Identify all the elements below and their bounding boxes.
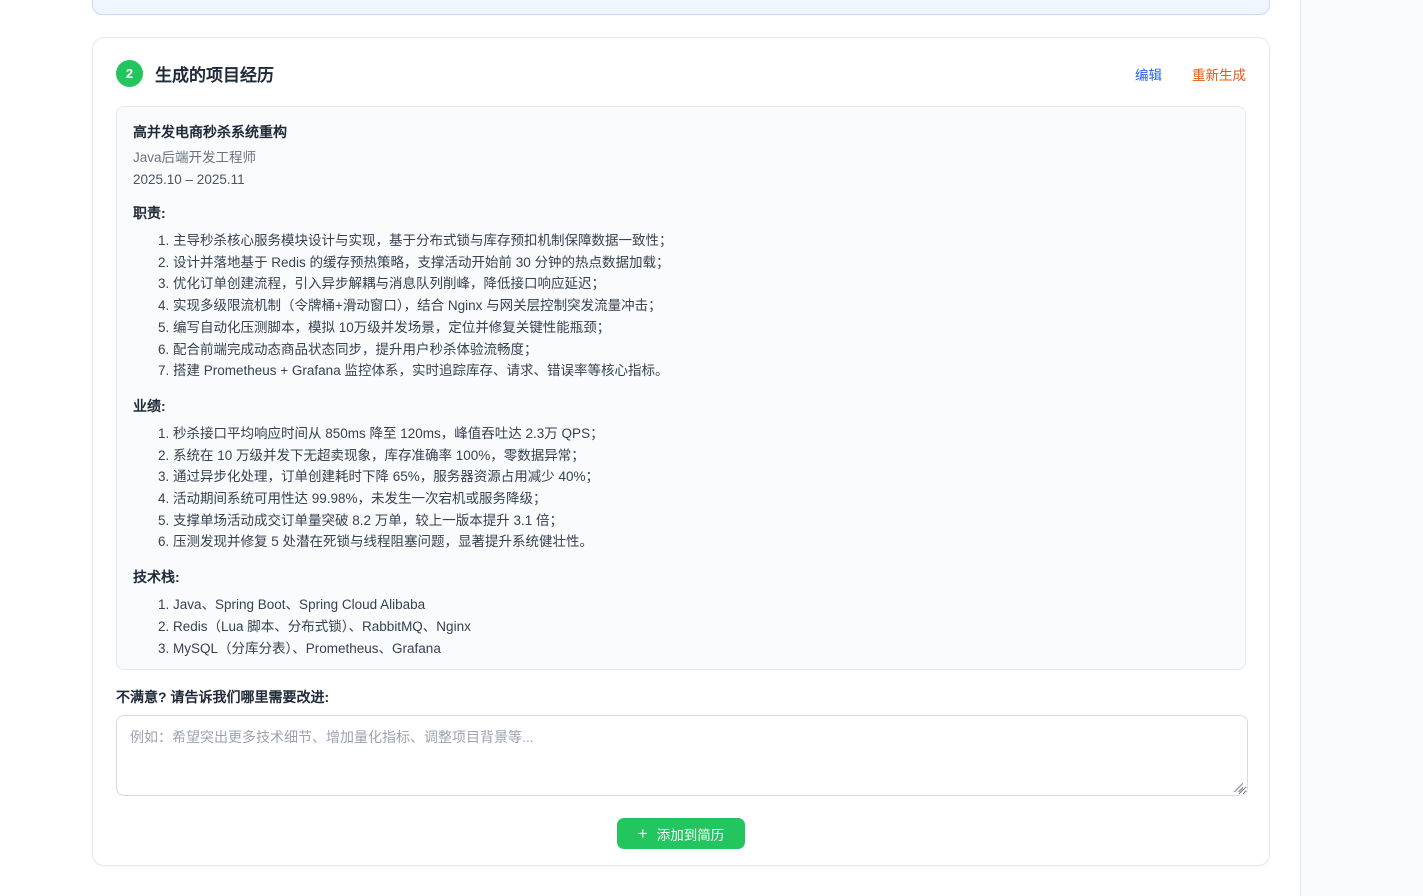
previous-step-banner <box>92 0 1270 15</box>
list-item: 实现多级限流机制（令牌桶+滑动窗口），结合 Nginx 与网关层控制突发流量冲击… <box>173 295 1229 317</box>
step-number-badge: 2 <box>116 60 143 87</box>
project-title: 高并发电商秒杀系统重构 <box>133 123 1229 141</box>
list-item: 系统在 10 万级并发下无超卖现象，库存准确率 100%，零数据异常； <box>173 445 1229 467</box>
step-number: 2 <box>126 66 133 81</box>
list-item: 秒杀接口平均响应时间从 850ms 降至 120ms，峰值吞吐达 2.3万 QP… <box>173 423 1229 445</box>
regenerate-button[interactable]: 重新生成 <box>1192 64 1246 84</box>
section-label-tech-stack: 技术栈: <box>133 568 1229 586</box>
list-item: 搭建 Prometheus + Grafana 监控体系，实时追踪库存、请求、错… <box>173 360 1229 382</box>
list-item: 配合前端完成动态商品状态同步，提升用户秒杀体验流畅度； <box>173 339 1229 361</box>
section-label-responsibilities: 职责: <box>133 204 1229 222</box>
section-label-achievements: 业绩: <box>133 397 1229 415</box>
generated-experience-box: 高并发电商秒杀系统重构 Java后端开发工程师 2025.10 – 2025.1… <box>116 106 1246 670</box>
achievements-list: 秒杀接口平均响应时间从 850ms 降至 120ms，峰值吞吐达 2.3万 QP… <box>133 423 1229 553</box>
tech-stack-list: Java、Spring Boot、Spring Cloud Alibaba Re… <box>133 594 1229 659</box>
list-item: Java、Spring Boot、Spring Cloud Alibaba <box>173 594 1229 616</box>
page-background-panel <box>1300 0 1423 896</box>
page-title: 生成的项目经历 <box>155 61 274 86</box>
list-item: 编写自动化压测脚本，模拟 10万级并发场景，定位并修复关键性能瓶颈； <box>173 317 1229 339</box>
add-to-resume-label: 添加到简历 <box>657 824 725 844</box>
card-header: 2 生成的项目经历 编辑 重新生成 <box>116 60 1246 87</box>
list-item: 压测发现并修复 5 处潜在死锁与线程阻塞问题，显著提升系统健壮性。 <box>173 531 1229 553</box>
list-item: 通过异步化处理，订单创建耗时下降 65%，服务器资源占用减少 40%； <box>173 466 1229 488</box>
generated-project-card: 2 生成的项目经历 编辑 重新生成 高并发电商秒杀系统重构 Java后端开发工程… <box>92 37 1270 866</box>
list-item: 支撑单场活动成交订单量突破 8.2 万单，较上一版本提升 3.1 倍； <box>173 510 1229 532</box>
project-role: Java后端开发工程师 <box>133 148 1229 167</box>
list-item: MySQL（分库分表）、Prometheus、Grafana <box>173 638 1229 660</box>
responsibilities-list: 主导秒杀核心服务模块设计与实现，基于分布式锁与库存预扣机制保障数据一致性； 设计… <box>133 230 1229 382</box>
header-actions: 编辑 重新生成 <box>1135 64 1246 84</box>
add-to-resume-button[interactable]: + 添加到简历 <box>617 818 745 849</box>
project-period: 2025.10 – 2025.11 <box>133 170 1229 189</box>
feedback-label: 不满意? 请告诉我们哪里需要改进: <box>116 688 1246 706</box>
list-item: Redis（Lua 脚本、分布式锁）、RabbitMQ、Nginx <box>173 616 1229 638</box>
list-item: 设计并落地基于 Redis 的缓存预热策略，支撑活动开始前 30 分钟的热点数据… <box>173 252 1229 274</box>
plus-icon: + <box>638 825 648 842</box>
list-item: 主导秒杀核心服务模块设计与实现，基于分布式锁与库存预扣机制保障数据一致性； <box>173 230 1229 252</box>
button-row: + 添加到简历 <box>116 818 1246 849</box>
list-item: 优化订单创建流程，引入异步解耦与消息队列削峰，降低接口响应延迟； <box>173 273 1229 295</box>
feedback-textarea-wrap <box>116 715 1246 796</box>
list-item: 活动期间系统可用性达 99.98%，未发生一次宕机或服务降级； <box>173 488 1229 510</box>
feedback-textarea[interactable] <box>116 715 1248 796</box>
edit-button[interactable]: 编辑 <box>1135 64 1162 84</box>
